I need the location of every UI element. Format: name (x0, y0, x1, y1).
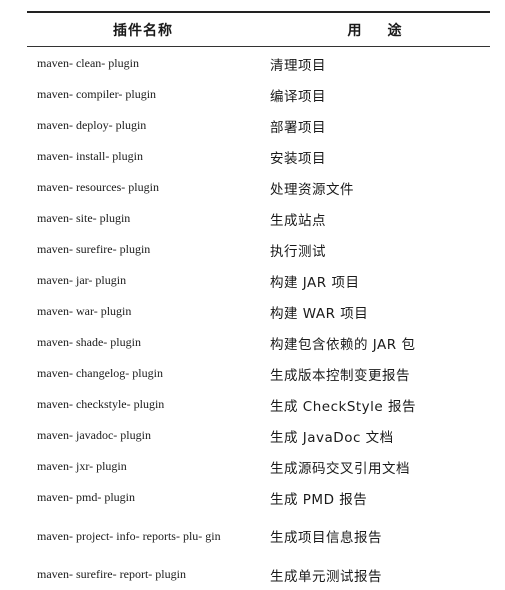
plugin-name-cell: maven- jar- plugin (37, 273, 127, 287)
plugin-name-cell: maven- checkstyle- plugin (37, 397, 165, 411)
plugin-name-cell: maven- javadoc- plugin (37, 428, 151, 442)
table-row: maven- surefire- report- plugin 生成单元测试报告 (27, 559, 490, 590)
plugin-name-cell: maven- project- info- reports- plu- gin (37, 528, 221, 543)
plugin-purpose-cell: 生成 PMD 报告 (270, 491, 368, 508)
plugin-name-cell: maven- pmd- plugin (37, 490, 135, 504)
table-row: maven- pmd- plugin 生成 PMD 报告 (27, 482, 490, 513)
plugin-name-cell: maven- surefire- report- plugin (37, 567, 186, 581)
table-body: maven- clean- plugin 清理项目 maven- compiler-… (27, 48, 490, 590)
plugin-name-cell: maven- install- plugin (37, 149, 143, 163)
plugin-purpose-cell: 构建包含依赖的 JAR 包 (270, 336, 416, 353)
table-row: maven- war- plugin 构建 WAR 项目 (27, 296, 490, 327)
table-row: maven- changelog- plugin 生成版本控制变更报告 (27, 358, 490, 389)
plugin-purpose-cell: 生成源码交叉引用文档 (270, 460, 410, 477)
table-row: maven- shade- plugin 构建包含依赖的 JAR 包 (27, 327, 490, 358)
plugin-purpose-cell: 生成单元测试报告 (270, 568, 382, 585)
plugin-purpose-cell: 生成 JavaDoc 文档 (270, 429, 394, 446)
table-row: maven- jar- plugin 构建 JAR 项目 (27, 265, 490, 296)
table-row: maven- resources- plugin 处理资源文件 (27, 172, 490, 203)
plugin-table: 插件名称 用途 maven- clean- plugin 清理项目 maven- c… (27, 11, 490, 590)
table-row: maven- jxr- plugin 生成源码交叉引用文档 (27, 451, 490, 482)
table-row: maven- site- plugin 生成站点 (27, 203, 490, 234)
plugin-purpose-cell: 清理项目 (270, 57, 326, 74)
plugin-name-cell: maven- site- plugin (37, 211, 131, 225)
plugin-name-cell: maven- resources- plugin (37, 180, 159, 194)
table-row: maven- surefire- plugin 执行测试 (27, 234, 490, 265)
plugin-name-cell: maven- clean- plugin (37, 56, 139, 70)
header-plugin-name: 插件名称 (113, 22, 173, 39)
plugin-purpose-cell: 构建 WAR 项目 (270, 305, 369, 322)
plugin-purpose-cell: 执行测试 (270, 243, 326, 260)
table-row: maven- clean- plugin 清理项目 (27, 48, 490, 79)
plugin-purpose-cell: 安装项目 (270, 150, 326, 167)
plugin-purpose-cell: 部署项目 (270, 119, 326, 136)
table-header-rule (27, 46, 490, 47)
plugin-name-cell: maven- jxr- plugin (37, 459, 127, 473)
table-row: maven- compiler- plugin 编译项目 (27, 79, 490, 110)
plugin-name-cell: maven- shade- plugin (37, 335, 141, 349)
table-row: maven- javadoc- plugin 生成 JavaDoc 文档 (27, 420, 490, 451)
plugin-purpose-cell: 生成版本控制变更报告 (270, 367, 410, 384)
plugin-name-cell: maven- compiler- plugin (37, 87, 157, 101)
plugin-name-cell: maven- changelog- plugin (37, 366, 163, 380)
plugin-purpose-cell: 生成 CheckStyle 报告 (270, 398, 417, 415)
table-row: maven- project- info- reports- plu- gin 生… (27, 513, 490, 559)
table-row: maven- checkstyle- plugin 生成 CheckStyle 报… (27, 389, 490, 420)
plugin-name-cell: maven- surefire- plugin (37, 242, 151, 256)
plugin-purpose-cell: 编译项目 (270, 88, 326, 105)
plugin-purpose-cell: 处理资源文件 (270, 181, 354, 198)
plugin-purpose-cell: 生成项目信息报告 (270, 530, 382, 546)
table-row: maven- deploy- plugin 部署项目 (27, 110, 490, 141)
plugin-name-cell: maven- deploy- plugin (37, 118, 147, 132)
table-row: maven- install- plugin 安装项目 (27, 141, 490, 172)
plugin-name-cell: maven- war- plugin (37, 304, 132, 318)
plugin-purpose-cell: 生成站点 (270, 212, 326, 229)
header-purpose: 用途 (347, 22, 428, 39)
table-header-row: 插件名称 用途 (27, 13, 490, 46)
plugin-purpose-cell: 构建 JAR 项目 (270, 274, 360, 291)
